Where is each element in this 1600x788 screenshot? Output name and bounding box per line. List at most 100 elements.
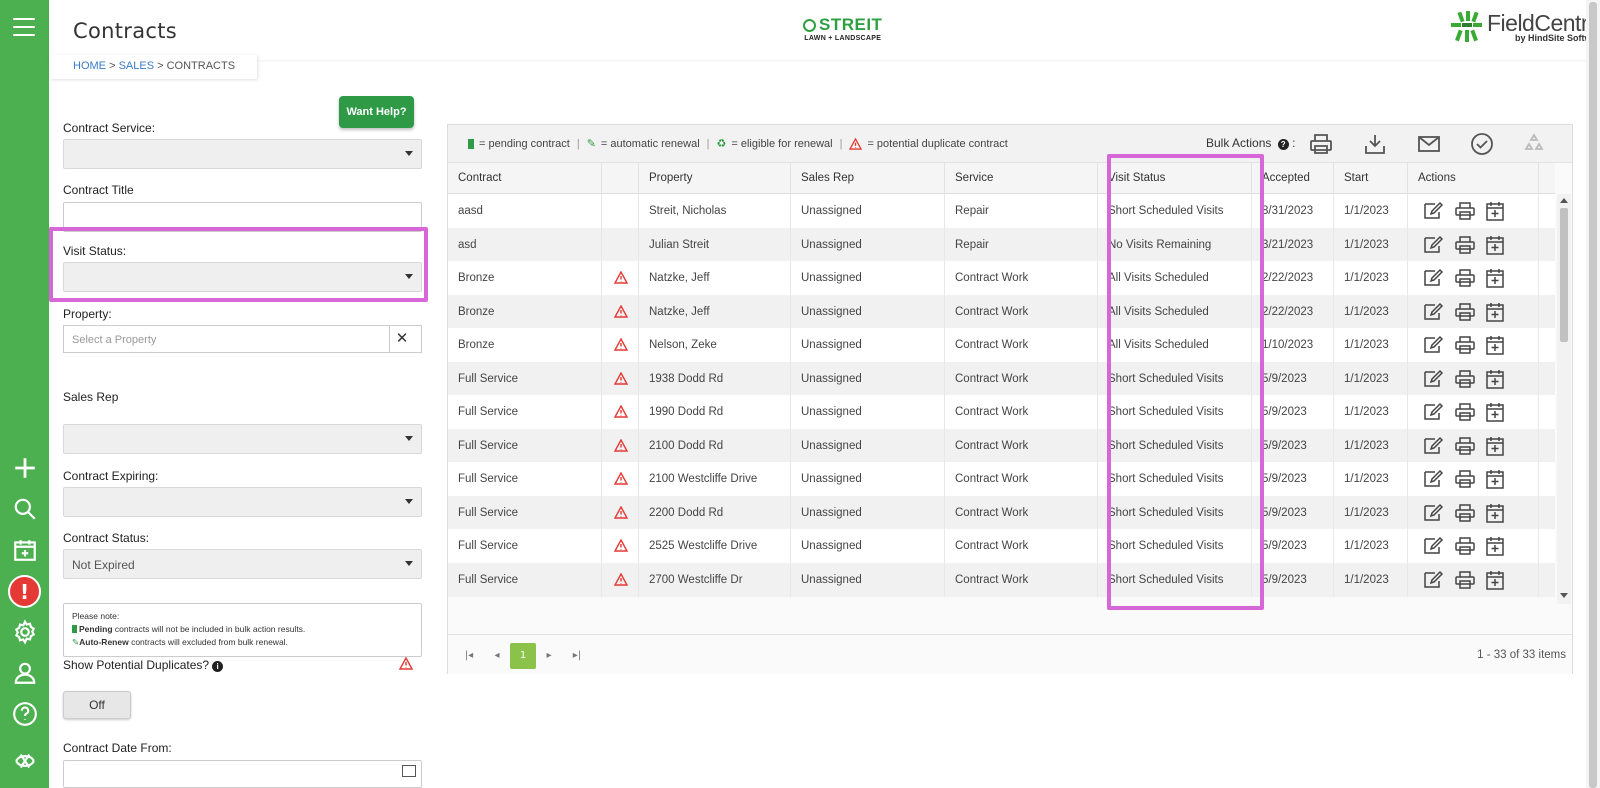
cell-contract[interactable]: Full Service [448, 495, 602, 530]
table-row[interactable]: Full Service 2700 Westcliffe Dr Unassigned… [448, 562, 1555, 597]
calendar-add-icon[interactable] [1484, 570, 1506, 590]
calendar-icon[interactable] [402, 765, 416, 777]
table-row[interactable]: Bronze Natzke, Jeff Unassigned Contract Wor… [448, 294, 1555, 329]
want-help-button[interactable]: Want Help? [339, 96, 414, 128]
edit-icon[interactable] [1422, 201, 1444, 221]
print-icon[interactable] [1454, 369, 1476, 389]
calendar-add-icon[interactable] [1484, 503, 1506, 523]
calendar-add-icon[interactable] [1484, 469, 1506, 489]
edit-icon[interactable] [1422, 335, 1444, 355]
property-clear-button[interactable]: ✕ [389, 325, 414, 353]
contract-status-select[interactable]: Not Expired [63, 549, 422, 579]
next-page-button[interactable]: ▸ [536, 643, 562, 669]
header-contract[interactable]: Contract [448, 163, 602, 194]
fieldcentral-logo-icon[interactable] [9, 745, 40, 776]
print-icon[interactable] [1454, 402, 1476, 422]
edit-icon[interactable] [1422, 570, 1444, 590]
help-icon[interactable] [9, 698, 40, 729]
cell-contract[interactable]: Bronze [448, 261, 602, 295]
print-icon[interactable] [1454, 302, 1476, 322]
prev-page-button[interactable]: ◂ [484, 643, 510, 669]
cell-contract[interactable]: Full Service [448, 562, 602, 597]
edit-icon[interactable] [1422, 503, 1444, 523]
help-icon[interactable]: ? [1277, 139, 1289, 150]
breadcrumb-home[interactable]: HOME [73, 60, 106, 72]
scroll-thumb[interactable] [1560, 208, 1568, 342]
contract-expiring-select[interactable] [63, 487, 422, 517]
last-page-button[interactable]: ▸| [564, 643, 590, 669]
download-icon[interactable] [1361, 131, 1389, 157]
calendar-add-icon[interactable] [1484, 302, 1506, 322]
cell-contract[interactable]: asd [448, 227, 602, 262]
cell-contract[interactable]: Full Service [448, 428, 602, 463]
header-sales-rep[interactable]: Sales Rep [791, 163, 945, 194]
table-scrollbar[interactable] [1557, 194, 1571, 604]
table-row[interactable]: Full Service 2100 Dodd Rd Unassigned Contra… [448, 428, 1555, 463]
edit-icon[interactable] [1422, 369, 1444, 389]
page-scroll-thumb[interactable] [1589, 2, 1597, 788]
scroll-up-icon[interactable] [1560, 198, 1568, 203]
cell-contract[interactable]: Bronze [448, 328, 602, 362]
calendar-add-icon[interactable] [1484, 436, 1506, 456]
edit-icon[interactable] [1422, 302, 1444, 322]
edit-icon[interactable] [1422, 268, 1444, 288]
edit-icon[interactable] [1422, 536, 1444, 556]
print-icon[interactable] [1454, 570, 1476, 590]
scroll-down-icon[interactable] [1560, 593, 1568, 598]
table-row[interactable]: Bronze Natzke, Jeff Unassigned Contract Wor… [448, 261, 1555, 295]
calendar-add-icon[interactable] [9, 534, 40, 565]
calendar-add-icon[interactable] [1484, 335, 1506, 355]
table-row[interactable]: Full Service 2100 Westcliffe Drive Unassig… [448, 462, 1555, 496]
calendar-add-icon[interactable] [1484, 235, 1506, 255]
print-icon[interactable] [1307, 131, 1335, 157]
cell-contract[interactable]: Bronze [448, 294, 602, 329]
property-search-input[interactable]: Select a Property [63, 325, 422, 353]
cell-contract[interactable]: Full Service [448, 361, 602, 396]
edit-icon[interactable] [1422, 402, 1444, 422]
table-row[interactable]: Bronze Nelson, Zeke Unassigned Contract Wor… [448, 328, 1555, 362]
header-service[interactable]: Service [945, 163, 1098, 194]
table-row[interactable]: Full Service 2525 Westcliffe Drive Unassig… [448, 529, 1555, 563]
header-start[interactable]: Start [1334, 163, 1408, 194]
alert-icon[interactable]: ! [8, 575, 41, 608]
print-icon[interactable] [1454, 201, 1476, 221]
cell-contract[interactable]: aasd [448, 194, 602, 228]
email-icon[interactable] [1415, 131, 1443, 157]
menu-icon[interactable] [13, 18, 35, 42]
contract-service-select[interactable] [63, 139, 422, 169]
print-icon[interactable] [1454, 503, 1476, 523]
calendar-add-icon[interactable] [1484, 369, 1506, 389]
table-row[interactable]: asd Julian Streit Unassigned Repair No Visit… [448, 227, 1555, 262]
table-row[interactable]: Full Service 1990 Dodd Rd Unassigned Contra… [448, 395, 1555, 429]
calendar-add-icon[interactable] [1484, 201, 1506, 221]
sales-rep-select[interactable] [63, 424, 422, 454]
gear-icon[interactable] [9, 616, 40, 647]
contract-date-from-input[interactable] [63, 760, 422, 788]
search-icon[interactable] [9, 493, 40, 524]
print-icon[interactable] [1454, 235, 1476, 255]
cell-contract[interactable]: Full Service [448, 529, 602, 563]
print-icon[interactable] [1454, 335, 1476, 355]
calendar-add-icon[interactable] [1484, 536, 1506, 556]
page-1-button[interactable]: 1 [510, 643, 536, 669]
edit-icon[interactable] [1422, 469, 1444, 489]
user-icon[interactable] [9, 657, 40, 688]
cell-contract[interactable]: Full Service [448, 395, 602, 429]
table-row[interactable]: aasd Streit, Nicholas Unassigned Repair Shor… [448, 194, 1555, 228]
show-duplicates-toggle[interactable]: Off [63, 691, 131, 719]
print-icon[interactable] [1454, 268, 1476, 288]
table-row[interactable]: Full Service 2200 Dodd Rd Unassigned Contra… [448, 495, 1555, 530]
calendar-add-icon[interactable] [1484, 268, 1506, 288]
print-icon[interactable] [1454, 469, 1476, 489]
edit-icon[interactable] [1422, 235, 1444, 255]
table-row[interactable]: Full Service 1938 Dodd Rd Unassigned Contra… [448, 361, 1555, 396]
breadcrumb-sales[interactable]: SALES [119, 60, 154, 72]
first-page-button[interactable]: |◂ [456, 643, 482, 669]
edit-icon[interactable] [1422, 436, 1444, 456]
header-property[interactable]: Property [639, 163, 791, 194]
print-icon[interactable] [1454, 436, 1476, 456]
calendar-add-icon[interactable] [1484, 402, 1506, 422]
header-accepted[interactable]: Accepted [1252, 163, 1334, 194]
check-circle-icon[interactable] [1468, 131, 1496, 157]
page-scrollbar[interactable] [1586, 0, 1600, 788]
